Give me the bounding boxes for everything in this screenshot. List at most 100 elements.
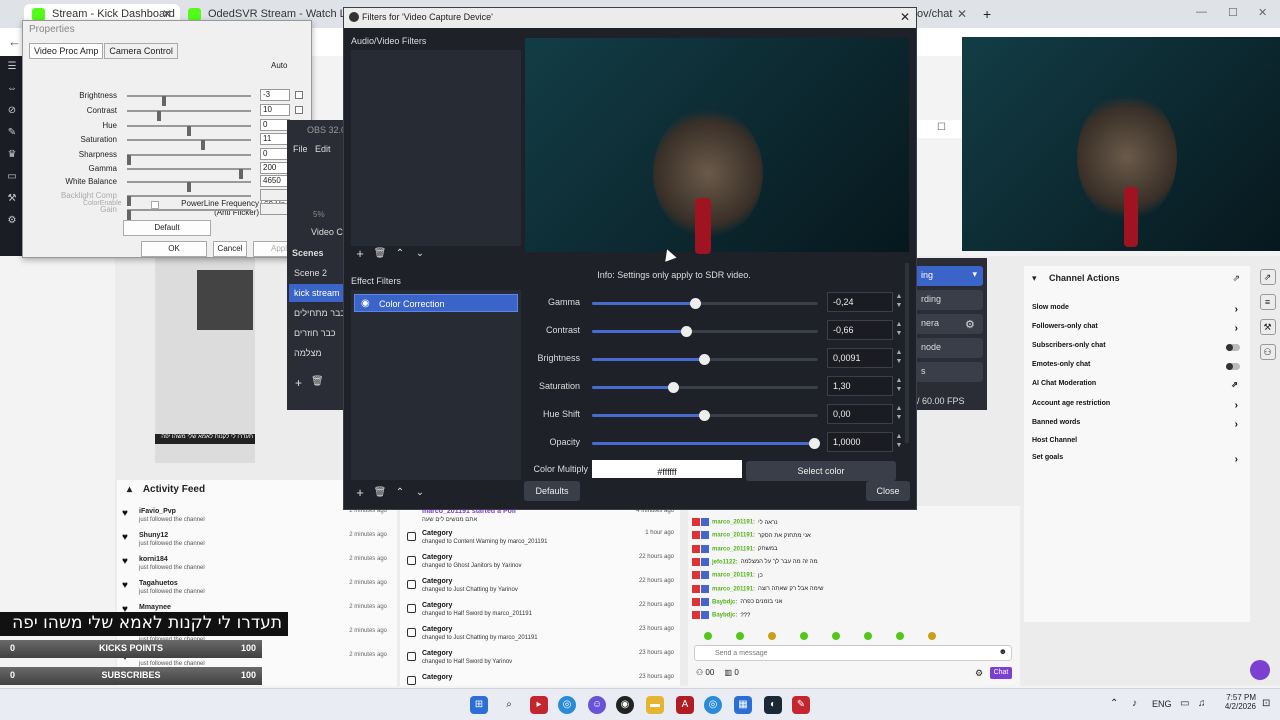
spinbox-arrows-icon[interactable]: ▲ ▼ — [894, 404, 904, 422]
spinbox-arrows-icon[interactable]: ▲ ▼ — [894, 376, 904, 394]
property-value[interactable]: 0 — [260, 148, 290, 160]
spinbox-arrows-icon[interactable]: ▲ ▼ — [894, 348, 904, 366]
store-icon[interactable]: ▦ — [734, 696, 752, 714]
chevron-down-icon[interactable]: ▾ — [972, 269, 977, 280]
obs-dock-button[interactable]: ing ▾ — [917, 266, 983, 286]
color-swatch[interactable]: #ffffff — [592, 460, 742, 478]
chat-username[interactable]: jefo1122: — [712, 559, 738, 565]
chat-username[interactable]: Baybdjc: — [712, 599, 737, 605]
auto-checkbox[interactable] — [295, 106, 303, 114]
remove-effect-icon[interactable]: 🗑 — [372, 485, 388, 501]
property-slider[interactable] — [127, 125, 251, 136]
external-link-icon[interactable]: ⇗ — [1231, 380, 1238, 389]
property-value[interactable]: 11 — [260, 133, 290, 145]
obs-dock-button[interactable]: rding — [917, 290, 983, 310]
chat-username[interactable]: marco_201191: — [712, 546, 755, 552]
select-color-button[interactable]: Select color — [746, 461, 896, 481]
toggle-switch[interactable] — [1226, 344, 1240, 351]
channel-action-row[interactable]: Slow mode › — [1032, 304, 1242, 322]
property-slider[interactable] — [127, 195, 251, 206]
chat-settings-icon[interactable]: ⚙ — [975, 668, 983, 679]
chat-message[interactable]: jefo1122: מה זה מה עבר לך על המצלמה — [692, 557, 1022, 571]
network-icon[interactable]: ▭ — [1180, 698, 1189, 709]
card-icon[interactable]: ▭ — [0, 166, 24, 188]
slider-spinbox[interactable]: 0,00 — [827, 404, 893, 424]
follower-name[interactable]: iFavio_Pvp — [139, 508, 176, 515]
add-scene-icon[interactable]: + — [295, 376, 302, 390]
link-icon[interactable]: ⇗ — [1259, 269, 1276, 285]
property-value[interactable]: 200 — [260, 162, 290, 174]
filter-item-color-correction[interactable]: ◉ Color Correction — [354, 294, 518, 312]
slider-knob[interactable] — [127, 210, 131, 220]
property-slider[interactable] — [127, 181, 251, 192]
toggle-switch[interactable] — [1226, 363, 1240, 370]
window-close-icon[interactable]: ✕ — [1258, 6, 1267, 19]
chevron-right-icon[interactable]: › — [1235, 304, 1238, 315]
property-slider[interactable] — [127, 168, 251, 179]
external-link-icon[interactable]: ⇗ — [1232, 273, 1240, 284]
av-filters-list[interactable] — [351, 50, 521, 246]
channel-action-row[interactable]: Host Channel — [1032, 437, 1242, 455]
settings-icon[interactable]: ⚙ — [0, 210, 24, 232]
chat-username[interactable]: marco_201191: — [712, 533, 755, 539]
spinbox-arrows-icon[interactable]: ▲ ▼ — [894, 432, 904, 450]
chevron-right-icon[interactable]: › — [1235, 323, 1238, 334]
chevron-right-icon[interactable]: › — [1235, 419, 1238, 430]
stream-icon[interactable]: ⇔ — [0, 78, 24, 100]
menu-file[interactable]: File — [293, 144, 308, 154]
search-icon[interactable]: ⌕ — [500, 696, 518, 714]
gear-icon[interactable]: ⚙ — [965, 318, 975, 331]
slider-knob[interactable] — [690, 298, 701, 309]
spinbox-arrows-icon[interactable]: ▲ ▼ — [894, 292, 904, 310]
maximize-icon[interactable]: ☐ — [1228, 6, 1238, 19]
chat-username[interactable]: marco_201191: — [712, 586, 755, 592]
chat-input-box[interactable]: ☻ — [694, 645, 1012, 661]
follower-name[interactable]: korni184 — [139, 556, 168, 563]
close-icon[interactable]: ✕ — [900, 10, 910, 24]
move-up-icon[interactable]: ⌃ — [392, 485, 408, 501]
chat-message[interactable]: marco_201191: שימה אבל רק שאתה רוצה — [692, 584, 1022, 598]
property-slider[interactable] — [127, 209, 251, 220]
property-slider[interactable] — [127, 154, 251, 165]
app-icon[interactable]: ▸ — [530, 696, 548, 714]
close-icon[interactable]: ✕ — [957, 7, 967, 21]
chat-username[interactable]: marco_201191: — [712, 520, 755, 526]
add-filter-icon[interactable]: + — [352, 246, 368, 262]
property-value[interactable]: -3 — [260, 89, 290, 101]
scrollbar[interactable] — [905, 263, 909, 443]
obs-icon[interactable]: ◉ — [616, 696, 634, 714]
folder-icon[interactable]: ▬ — [646, 696, 664, 714]
delete-scene-icon[interactable]: 🗑 — [311, 376, 324, 387]
tab-camera-control[interactable]: Camera Control — [104, 43, 178, 59]
channel-action-row[interactable]: AI Chat Moderation ⇗ — [1032, 380, 1242, 398]
mic-icon[interactable]: ♪ — [1132, 698, 1137, 709]
windows-start-icon[interactable]: ⊞ — [470, 696, 488, 714]
remove-filter-icon[interactable]: 🗑 — [372, 246, 388, 262]
spinbox-arrows-icon[interactable]: ▲ ▼ — [894, 320, 904, 338]
channel-action-row[interactable]: Banned words › — [1032, 419, 1242, 437]
help-bubble-icon[interactable] — [1250, 660, 1270, 680]
chat-input[interactable] — [715, 647, 985, 659]
slider-knob[interactable] — [699, 410, 710, 421]
chevron-right-icon[interactable]: › — [1235, 400, 1238, 411]
close-button[interactable]: Close — [866, 481, 910, 501]
slider-spinbox[interactable]: 1,0000 — [827, 432, 893, 452]
discord-icon[interactable]: ☺ — [588, 696, 606, 714]
chat-message[interactable]: Baybdjc: אני בזמנים כפרה — [692, 597, 1022, 611]
obs-dock-button[interactable]: s — [917, 362, 983, 382]
clock[interactable]: 7:57 PM 4/2/2026 — [1212, 693, 1256, 711]
property-value[interactable] — [260, 203, 290, 215]
list-icon[interactable]: ≡ — [1259, 294, 1276, 310]
link-icon[interactable]: ⊘ — [0, 100, 24, 122]
new-tab-icon[interactable]: + — [983, 6, 991, 22]
slider-knob[interactable] — [699, 354, 710, 365]
menu-icon[interactable]: ☰ — [0, 56, 24, 78]
chat-message[interactable]: Baybdjc:??? — [692, 611, 1022, 624]
chevron-up-icon[interactable]: ▴ — [127, 484, 132, 495]
property-value[interactable]: 4650 — [260, 175, 290, 187]
wrench-icon[interactable]: ⚒ — [0, 188, 24, 210]
chat-username[interactable]: Baybdjc: — [712, 613, 737, 619]
property-value[interactable]: 10 — [260, 104, 290, 116]
scene-item[interactable]: kick stream — [289, 284, 345, 302]
filter-slider[interactable] — [592, 354, 818, 365]
